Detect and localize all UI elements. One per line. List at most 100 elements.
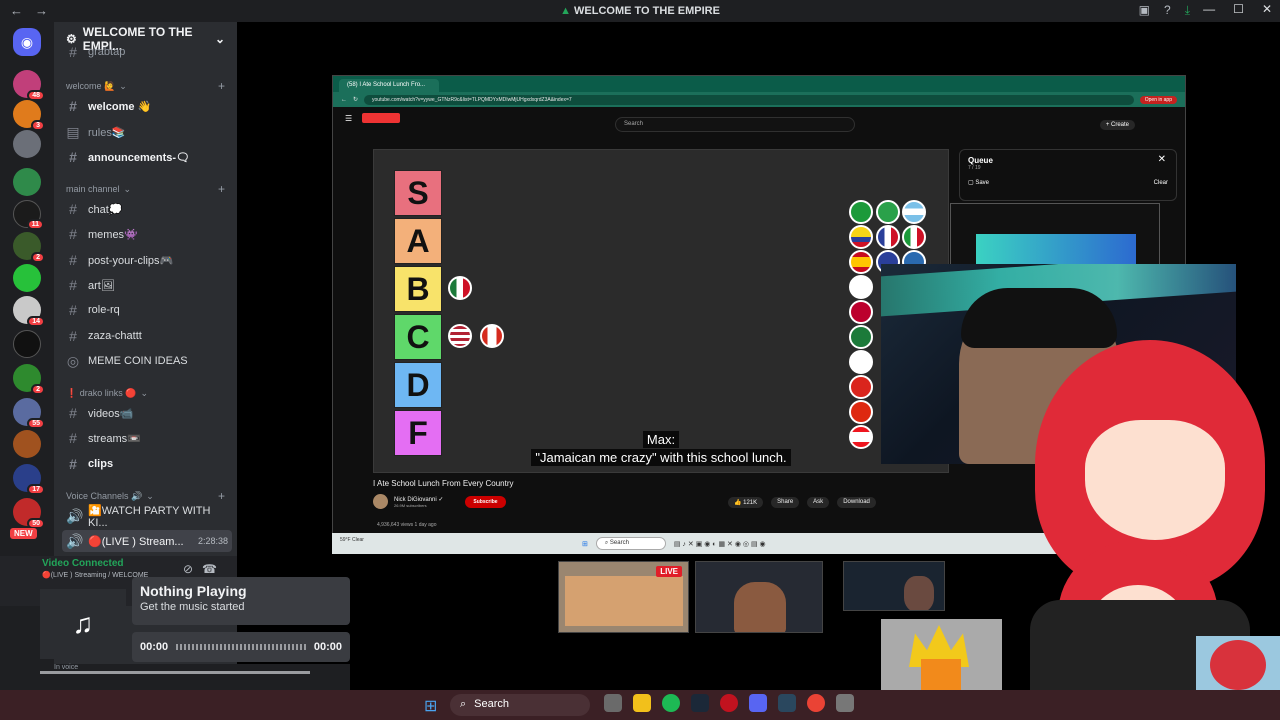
stream-tile-camera[interactable] (695, 561, 823, 633)
server-icon[interactable]: 55 (13, 398, 45, 429)
menu-icon[interactable]: ☰ (345, 114, 352, 123)
add-channel-icon[interactable]: + (218, 489, 225, 503)
server-icon[interactable] (13, 130, 41, 158)
back-icon[interactable]: ← (341, 97, 347, 103)
save-button[interactable]: ▢ Save (968, 179, 1168, 186)
channel-avatar[interactable] (373, 494, 388, 509)
browser-tab[interactable]: (58) I Ate School Lunch Fro... (339, 79, 439, 92)
file-explorer-icon[interactable] (633, 694, 651, 712)
server-icon[interactable] (13, 264, 41, 292)
settings-icon: ⚙ (66, 32, 77, 46)
clear-button[interactable]: Clear (1154, 180, 1168, 186)
channel-videos[interactable]: # videos📹 (62, 402, 232, 424)
video-off-icon[interactable]: ⊘ (183, 562, 193, 576)
weather-widget[interactable]: 59°F Clear (340, 537, 364, 543)
inbox-icon[interactable]: ▣ (1139, 3, 1150, 18)
server-icon[interactable]: 2 (13, 232, 45, 263)
broadcast-icon: ◎ (66, 352, 80, 369)
discord-icon[interactable] (749, 694, 767, 712)
youtube-search-input[interactable]: Search (615, 117, 855, 132)
shared-search-input[interactable]: ⌕ Search (595, 537, 666, 550)
voice-channel-live-stream[interactable]: 🔊 🔴(LIVE ) Stream... 2:28:38 (62, 530, 232, 552)
participant-avatar-tile[interactable] (881, 619, 1002, 690)
server-icon[interactable] (13, 330, 41, 358)
steam-icon[interactable] (691, 694, 709, 712)
app-icons[interactable]: ▤ ♪ ✕ ▣ ◉ ◐ ▦ ✕ ◉ ◎ ▤ ◉ (674, 540, 766, 548)
reload-icon[interactable]: ↻ (353, 96, 358, 103)
ask-button[interactable]: Ask (807, 497, 830, 508)
close-button[interactable]: ✕ (1262, 2, 1272, 16)
youtube-logo[interactable] (362, 113, 401, 123)
new-badge[interactable]: NEW (10, 528, 37, 539)
argentina-flag-icon (902, 200, 926, 224)
stream-tile-screen[interactable]: LIVE (558, 561, 689, 633)
close-icon[interactable]: ✕ (1158, 154, 1166, 165)
voice-channel-watch-party[interactable]: 🔊 🎦WATCH PARTY WITH KI... (62, 505, 232, 529)
app-icon[interactable] (836, 694, 854, 712)
channel-zaza-chattt[interactable]: # zaza-chattt (62, 325, 232, 347)
server-icon[interactable]: 3 (13, 100, 45, 131)
server-icon[interactable]: 14 (13, 296, 45, 327)
task-view-icon[interactable] (604, 694, 622, 712)
windows-start-icon[interactable]: ⊞ (424, 696, 437, 716)
start-icon[interactable]: ⊞ (582, 540, 588, 548)
stream-tile-camera-2[interactable] (843, 561, 945, 611)
server-icon[interactable]: 50 (13, 498, 45, 529)
help-icon[interactable]: ? (1164, 3, 1171, 18)
steam-icon-2[interactable] (778, 694, 796, 712)
pip-video-window[interactable] (950, 203, 1160, 265)
channel-partial[interactable]: # grabtap (62, 46, 232, 58)
maximize-button[interactable]: ☐ (1233, 2, 1244, 16)
chevron-down-icon: ⌄ (146, 491, 154, 501)
add-channel-icon[interactable]: + (218, 182, 225, 196)
progress-bar[interactable] (176, 644, 306, 650)
streamer-hair (961, 288, 1117, 348)
download-icon[interactable]: ⤓ (1185, 3, 1190, 18)
create-button[interactable]: + Create (1099, 120, 1135, 130)
like-button[interactable]: 👍 121K (728, 497, 764, 508)
tier-d: D (394, 362, 442, 408)
chrome-icon[interactable] (807, 694, 825, 712)
shared-screen-preview (565, 576, 683, 626)
channel-name[interactable]: Nick DiGiovanni ✓ (394, 496, 443, 503)
server-icon[interactable] (13, 168, 41, 196)
server-icon[interactable]: 2 (13, 364, 45, 395)
channel-post-your-clips[interactable]: # post-your-clips🎮 (62, 249, 232, 271)
category-drako-links[interactable]: ❗ drako links 🔴 ⌄ (66, 388, 148, 399)
discord-home-icon[interactable]: ◉ (13, 28, 41, 56)
server-icon[interactable]: 17 (13, 464, 45, 495)
server-icon[interactable] (13, 430, 41, 458)
queue-panel: Queue 7 / 19 ▢ Save Clear ✕ (959, 149, 1177, 201)
channel-art[interactable]: # art🖼 (62, 274, 232, 296)
channel-announcements[interactable]: # announcements-🗨 (62, 146, 232, 168)
channel-streams[interactable]: # streams📼 (62, 427, 232, 449)
channel-clips[interactable]: # clips (62, 453, 232, 475)
opera-icon[interactable] (720, 694, 738, 712)
share-button[interactable]: Share (771, 497, 800, 508)
subscribe-button[interactable]: Subscribe (465, 495, 506, 508)
browser-tab-strip: (58) I Ate School Lunch Fro... (333, 76, 1185, 92)
category-main[interactable]: main channel ⌄ (66, 184, 131, 195)
url-field[interactable]: youtube.com/watch?v=yywe_GTNzR9c&list=TL… (364, 94, 1134, 105)
spotify-icon[interactable] (662, 694, 680, 712)
avatar-face (1085, 420, 1225, 540)
channel-role-rq[interactable]: # role-rq (62, 299, 232, 321)
download-button[interactable]: Download (837, 497, 876, 508)
taskbar-search[interactable]: ⌕ Search (450, 694, 590, 716)
category-voice-channels[interactable]: Voice Channels 🔊 ⌄ (66, 491, 154, 502)
server-icon[interactable]: 11 (13, 200, 44, 230)
category-welcome[interactable]: welcome 🙋 ⌄ (66, 81, 127, 92)
spain-flag-icon (849, 250, 873, 274)
volume-slider[interactable] (40, 671, 310, 674)
disconnect-icon[interactable]: ☎ (202, 562, 217, 576)
channel-meme-coin-ideas[interactable]: ◎ MEME COIN IDEAS (62, 350, 232, 372)
video-player[interactable]: S A B C D F Max: "Jamaican me crazy" wit… (373, 149, 949, 473)
add-channel-icon[interactable]: + (218, 79, 225, 93)
minimize-button[interactable]: — (1203, 2, 1215, 16)
server-icon[interactable]: 48 (13, 70, 45, 101)
channel-rules[interactable]: ▤ rules📚 (62, 121, 232, 143)
channel-memes[interactable]: # memes👾 (62, 223, 232, 245)
channel-welcome[interactable]: # welcome 👋 (62, 95, 232, 117)
channel-chat[interactable]: # chat💭 (62, 198, 232, 220)
open-in-app-button[interactable]: Open in app (1139, 95, 1177, 104)
